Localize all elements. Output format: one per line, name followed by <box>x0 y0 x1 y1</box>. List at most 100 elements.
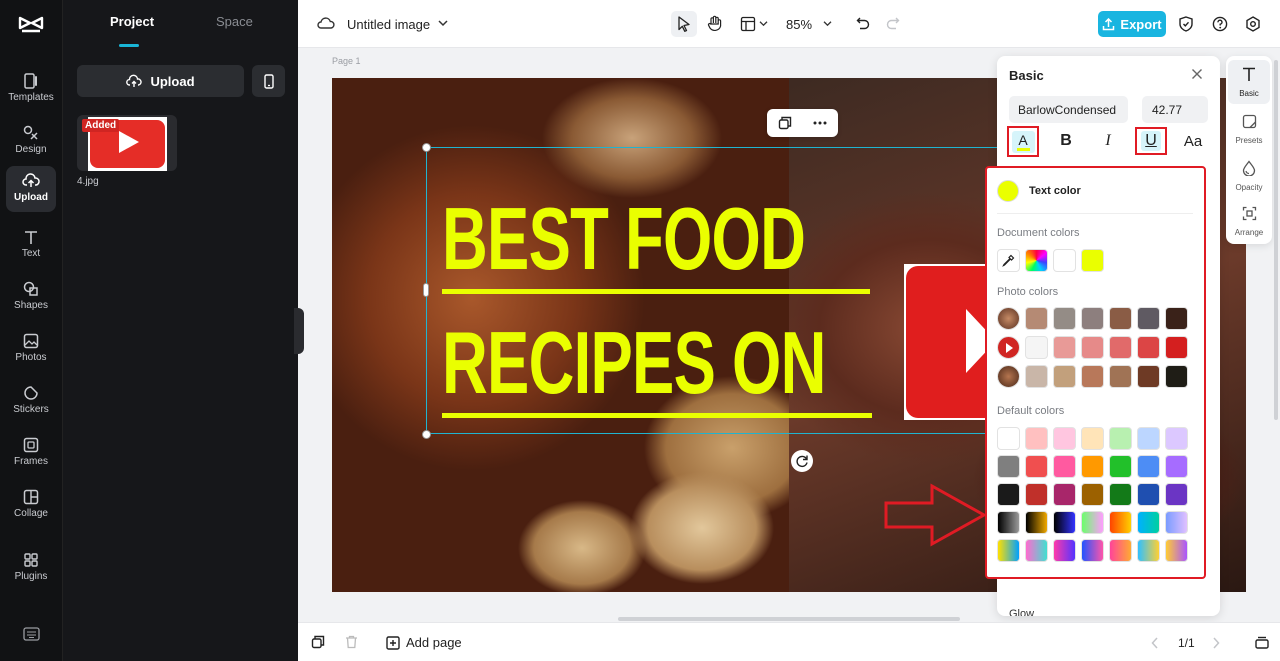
cloud-sync-icon[interactable] <box>317 16 335 30</box>
keyboard-icon[interactable] <box>23 627 40 641</box>
export-button[interactable]: Export <box>1098 11 1166 37</box>
default-color-swatch[interactable] <box>1165 511 1188 534</box>
default-color-swatch[interactable] <box>997 539 1020 562</box>
uploaded-image-thumbnail[interactable]: Added <box>77 115 177 171</box>
upload-button[interactable]: Upload <box>77 65 244 97</box>
shield-icon[interactable] <box>1179 16 1193 32</box>
mobile-upload-button[interactable] <box>252 65 285 97</box>
default-color-swatch[interactable] <box>1053 427 1076 450</box>
redo-icon[interactable] <box>886 16 900 30</box>
default-color-swatch[interactable] <box>997 511 1020 534</box>
bold-button[interactable]: B <box>1051 126 1081 156</box>
photo-color-swatch[interactable] <box>1053 307 1076 330</box>
default-color-swatch[interactable] <box>1137 455 1160 478</box>
collapse-panel-handle[interactable] <box>294 308 304 354</box>
next-page-icon[interactable] <box>1212 637 1220 649</box>
photo-color-swatch[interactable] <box>1081 307 1104 330</box>
vertical-scrollbar[interactable] <box>1274 60 1278 420</box>
hand-tool-icon[interactable] <box>707 15 723 33</box>
add-page-button[interactable]: Add page <box>386 635 462 650</box>
document-title[interactable]: Untitled image <box>347 17 430 32</box>
photo-color-swatch[interactable] <box>1109 307 1132 330</box>
default-color-swatch[interactable] <box>1025 511 1048 534</box>
photo-color-swatch[interactable] <box>1081 336 1104 359</box>
default-color-swatch[interactable] <box>1109 483 1132 506</box>
photo-color-swatch[interactable] <box>1081 365 1104 388</box>
eyedropper-button[interactable] <box>997 249 1020 272</box>
photo-color-swatch[interactable] <box>1053 365 1076 388</box>
default-color-swatch[interactable] <box>997 427 1020 450</box>
default-color-swatch[interactable] <box>1109 455 1132 478</box>
sidebar-item-stickers[interactable]: Stickers <box>6 378 56 424</box>
duplicate-icon[interactable] <box>778 116 792 130</box>
default-color-swatch[interactable] <box>1053 455 1076 478</box>
text-color-button[interactable]: A <box>1007 126 1039 157</box>
photo-color-swatch[interactable] <box>1025 336 1048 359</box>
sidebar-item-text[interactable]: Text <box>6 222 56 268</box>
default-color-swatch[interactable] <box>1053 539 1076 562</box>
default-color-swatch[interactable] <box>997 455 1020 478</box>
default-color-swatch[interactable] <box>1081 483 1104 506</box>
more-options-icon[interactable] <box>813 121 827 125</box>
resize-handle-bottom-left[interactable] <box>422 430 431 439</box>
selection-box[interactable] <box>426 147 1006 434</box>
letter-case-button[interactable]: Aa <box>1178 126 1208 156</box>
sidebar-item-upload[interactable]: Upload <box>6 166 56 212</box>
photo-color-swatch[interactable] <box>1165 307 1188 330</box>
default-color-swatch[interactable] <box>1025 455 1048 478</box>
default-color-swatch[interactable] <box>1109 511 1132 534</box>
default-color-swatch[interactable] <box>1081 539 1104 562</box>
chevron-down-icon[interactable] <box>438 19 448 27</box>
sidebar-item-design[interactable]: Design <box>6 118 56 164</box>
default-color-swatch[interactable] <box>1081 511 1104 534</box>
default-color-swatch[interactable] <box>1025 483 1048 506</box>
photo-color-swatch[interactable] <box>1165 336 1188 359</box>
sidebar-item-templates[interactable]: Templates <box>6 66 56 112</box>
resize-handle-top-left[interactable] <box>422 143 431 152</box>
document-color-swatch[interactable] <box>1081 249 1104 272</box>
photo-color-swatch[interactable] <box>1165 365 1188 388</box>
default-color-swatch[interactable] <box>1081 455 1104 478</box>
font-size-select[interactable]: 42.77 <box>1142 96 1208 123</box>
photo-color-swatch[interactable] <box>1137 307 1160 330</box>
photo-color-swatch[interactable] <box>1137 336 1160 359</box>
tool-arrange[interactable]: Arrange <box>1228 200 1270 244</box>
previous-page-icon[interactable] <box>1151 637 1159 649</box>
chevron-down-icon[interactable] <box>823 20 832 27</box>
photo-color-swatch[interactable] <box>1053 336 1076 359</box>
tool-opacity[interactable]: Opacity <box>1228 154 1270 198</box>
font-family-select[interactable]: BarlowCondensed <box>1009 96 1128 123</box>
glow-section-label[interactable]: Glow <box>1009 608 1034 616</box>
default-color-swatch[interactable] <box>1109 427 1132 450</box>
duplicate-page-icon[interactable] <box>311 635 325 649</box>
default-color-swatch[interactable] <box>1109 539 1132 562</box>
default-color-swatch[interactable] <box>1137 427 1160 450</box>
photo-swatch-thumb-1[interactable] <box>997 307 1020 330</box>
horizontal-scrollbar[interactable] <box>618 617 960 621</box>
photo-color-swatch[interactable] <box>1025 307 1048 330</box>
default-color-swatch[interactable] <box>1165 455 1188 478</box>
document-color-swatch[interactable] <box>1053 249 1076 272</box>
capcut-logo[interactable] <box>18 14 44 36</box>
default-color-swatch[interactable] <box>1081 427 1104 450</box>
default-color-swatch[interactable] <box>997 483 1020 506</box>
settings-gear-icon[interactable] <box>1245 16 1261 32</box>
photo-swatch-thumb-3[interactable] <box>997 365 1020 388</box>
sidebar-item-collage[interactable]: Collage <box>6 482 56 528</box>
default-color-swatch[interactable] <box>1165 427 1188 450</box>
sidebar-item-photos[interactable]: Photos <box>6 326 56 372</box>
custom-color-picker[interactable] <box>1025 249 1048 272</box>
sidebar-item-plugins[interactable]: Plugins <box>6 545 56 591</box>
help-icon[interactable] <box>1212 16 1228 32</box>
select-tool-button[interactable] <box>671 11 697 37</box>
tab-space[interactable]: Space <box>216 14 253 29</box>
default-color-swatch[interactable] <box>1025 539 1048 562</box>
delete-page-icon[interactable] <box>345 635 358 649</box>
tool-basic[interactable]: Basic <box>1228 60 1270 104</box>
default-color-swatch[interactable] <box>1165 539 1188 562</box>
photo-color-swatch[interactable] <box>1109 365 1132 388</box>
default-color-swatch[interactable] <box>1137 539 1160 562</box>
photo-color-swatch[interactable] <box>1025 365 1048 388</box>
default-color-swatch[interactable] <box>1165 483 1188 506</box>
photo-swatch-thumb-2[interactable] <box>997 336 1020 359</box>
